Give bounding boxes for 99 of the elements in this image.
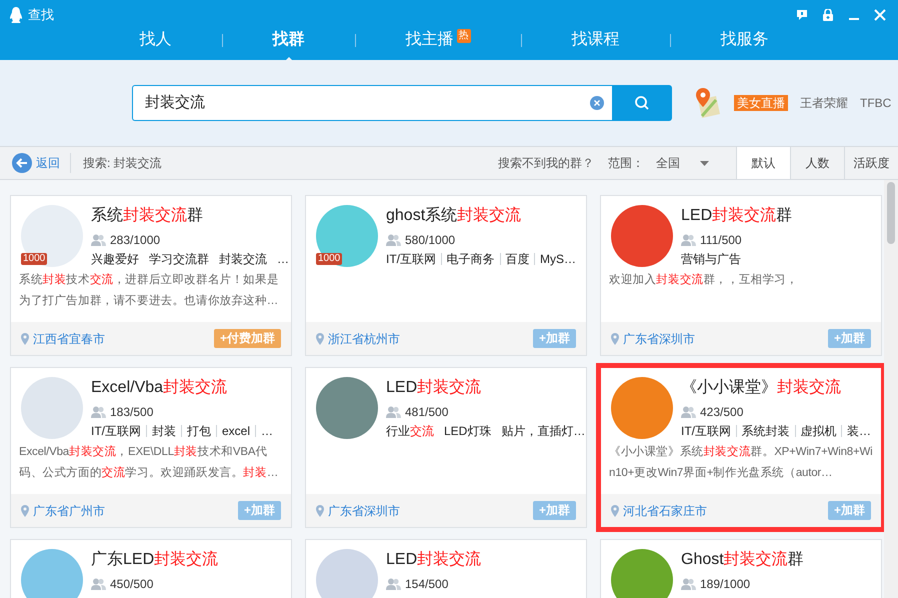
member-limit-badge: 1000 xyxy=(21,253,48,265)
group-name[interactable]: LED封装交流群 xyxy=(681,205,871,227)
hot-link[interactable]: 王者荣耀 xyxy=(800,95,848,111)
location-pin-icon xyxy=(316,504,324,516)
group-name[interactable]: LED封装交流 xyxy=(386,377,576,399)
location-link[interactable]: 广东省广州市 xyxy=(21,502,105,520)
clear-icon[interactable] xyxy=(590,96,604,110)
group-tag[interactable]: 百度 xyxy=(505,251,530,267)
back-button[interactable]: 返回 xyxy=(0,153,71,173)
window-title: 查找 xyxy=(28,6,54,24)
search-query-label: 搜索: 封装交流 xyxy=(83,155,162,172)
help-link[interactable]: 搜索不到我的群？ xyxy=(498,147,594,179)
group-description: 系统封装技术交流，进群后立即改群名片！如果是为了打广告加群，请不要进去。也请你放弃这种… xyxy=(19,272,280,309)
scope-dropdown[interactable]: 全国 xyxy=(656,147,736,179)
avatar-placeholder xyxy=(21,549,83,598)
location-link[interactable]: 河北省石家庄市 xyxy=(611,502,707,520)
close-icon[interactable] xyxy=(874,9,886,21)
group-name[interactable]: ghost系统封装交流 xyxy=(386,205,576,227)
location-pin-icon xyxy=(316,332,324,344)
member-count: 580/1000 xyxy=(405,232,456,249)
avatar-placeholder xyxy=(611,549,673,598)
location-link[interactable]: 广东省深圳市 xyxy=(611,330,695,348)
group-tag[interactable]: IT/互联网 xyxy=(681,423,731,439)
location-pin-icon xyxy=(611,504,619,516)
caret-icon xyxy=(700,160,709,166)
members-icon xyxy=(386,578,401,590)
group-tag[interactable]: 封装 xyxy=(152,423,176,439)
group-name[interactable]: Ghost封装交流群 xyxy=(681,549,871,571)
member-count: 111/500 xyxy=(700,232,742,249)
group-name[interactable]: 广东LED封装交流 xyxy=(91,549,281,571)
group-tag[interactable]: … xyxy=(277,251,289,267)
sort-tab[interactable]: 默认 xyxy=(736,147,790,179)
location-link[interactable]: 江西省宜春市 xyxy=(21,330,105,348)
group-tag[interactable]: LED灯珠 xyxy=(444,423,492,439)
group-tag[interactable]: 贴片，直插灯… xyxy=(501,423,586,439)
hot-badge: 热 xyxy=(456,29,470,43)
group-name[interactable]: 《小小课堂》封装交流 xyxy=(681,377,871,399)
group-tag[interactable]: … xyxy=(261,423,274,439)
location-pin-icon xyxy=(21,332,29,344)
members-icon xyxy=(681,406,696,418)
member-count: 481/500 xyxy=(405,404,448,421)
group-tag[interactable]: 封装交流 xyxy=(219,251,267,267)
members-icon xyxy=(91,406,106,418)
group-description: 欢迎加入封装交流群，，互相学习， xyxy=(609,272,799,288)
group-tag[interactable]: MyS… xyxy=(540,251,576,267)
group-name[interactable]: Excel/Vba封装交流 xyxy=(91,377,281,399)
scrollbar[interactable] xyxy=(884,180,898,598)
group-card[interactable]: 1000 ghost系统封装交流 580/1000 IT/互联网 电子商务 百度 MyS… 浙江省杭州市 +加群 xyxy=(305,195,587,356)
hot-link[interactable]: TFBC xyxy=(860,95,892,111)
member-count: 154/500 xyxy=(405,576,448,593)
search-button[interactable] xyxy=(612,85,672,121)
group-card[interactable]: Excel/Vba封装交流 183/500 IT/互联网 封装 打包 excel … Excel/Vba封装交流，EXE\DLL封装技术和VBA代码、公式方面的交流学习。欢迎踊跃发言。封装… 广东省广州市 +加群 xyxy=(10,367,292,528)
location-link[interactable]: 浙江省杭州市 xyxy=(316,330,400,348)
group-tag[interactable]: 系统封装 xyxy=(742,423,790,439)
group-card[interactable]: LED封装交流 481/500 行业交流 LED灯珠 贴片，直插灯… 广东省深圳市 +加群 xyxy=(305,367,587,528)
group-tag[interactable]: 学习交流群 xyxy=(149,251,209,267)
location-link[interactable]: 广东省深圳市 xyxy=(316,502,400,520)
members-icon xyxy=(91,234,106,246)
members-icon xyxy=(681,578,696,590)
search-field[interactable]: 封装交流 xyxy=(132,85,612,121)
group-tag[interactable]: 行业交流 xyxy=(386,423,434,439)
member-count: 189/1000 xyxy=(700,576,750,593)
group-tag[interactable]: 营销与广告 xyxy=(681,251,741,267)
member-count: 283/1000 xyxy=(110,232,160,249)
scope-label: 范围： xyxy=(608,155,644,172)
group-tag[interactable]: IT/互联网 xyxy=(91,423,141,439)
sort-tab[interactable]: 人数 xyxy=(790,147,844,179)
members-icon xyxy=(681,234,696,246)
group-name[interactable]: 系统封装交流群 xyxy=(91,205,281,227)
group-card[interactable]: LED封装交流群 111/500 营销与广告 欢迎加入封装交流群，，互相学习， 广东省深圳市 +加群 xyxy=(600,195,882,356)
group-tag[interactable]: IT/互联网 xyxy=(386,251,436,267)
penguin-icon xyxy=(8,6,24,24)
members-icon xyxy=(386,234,401,246)
group-card[interactable]: 广东LED封装交流 450/500 xyxy=(10,539,292,598)
member-count: 423/500 xyxy=(700,404,744,421)
group-card[interactable]: Ghost封装交流群 189/1000 xyxy=(600,539,882,598)
group-tag[interactable]: 打包 xyxy=(187,423,211,439)
members-icon xyxy=(386,406,401,418)
group-tag[interactable]: 电子商务 xyxy=(446,251,495,267)
location-pin-icon xyxy=(611,332,619,344)
group-description: 《小小课堂》系统封装交流群。XP+Win7+Win8+Win10+更改Win7界面+制作光盘系统（autor… xyxy=(609,444,873,481)
lock-icon[interactable] xyxy=(822,9,834,21)
group-description: Excel/Vba封装交流，EXE\DLL封装技术和VBA代码、公式方面的交流学习。欢迎踊跃发言。封装… xyxy=(19,444,280,481)
group-tag[interactable]: 虚拟机 xyxy=(800,423,836,439)
group-card[interactable]: LED封装交流 154/500 xyxy=(305,539,587,598)
group-tag[interactable]: 装… xyxy=(847,423,872,439)
members-icon xyxy=(91,578,106,590)
search-icon xyxy=(634,95,650,111)
avatar-placeholder xyxy=(316,549,378,598)
member-count: 450/500 xyxy=(110,576,154,593)
location-pin-icon xyxy=(21,504,29,516)
member-count: 183/500 xyxy=(110,404,154,421)
member-limit-badge: 1000 xyxy=(316,253,342,265)
group-tag[interactable]: excel xyxy=(222,423,250,439)
group-tag[interactable]: 兴趣爱好 xyxy=(91,251,139,267)
chat-icon[interactable] xyxy=(796,9,808,21)
group-card[interactable]: 1000 系统封装交流群 283/1000 兴趣爱好 学习交流群 封装交流 … 系统封装技术交流，进群后立即改群名片！如果是为了打广告加群，请不要进去。也请你放弃这种… 江西省宜春市 +付费加群 xyxy=(10,195,292,356)
group-name[interactable]: LED封装交流 xyxy=(386,549,576,571)
sort-tab[interactable]: 活跃度 xyxy=(844,147,898,179)
